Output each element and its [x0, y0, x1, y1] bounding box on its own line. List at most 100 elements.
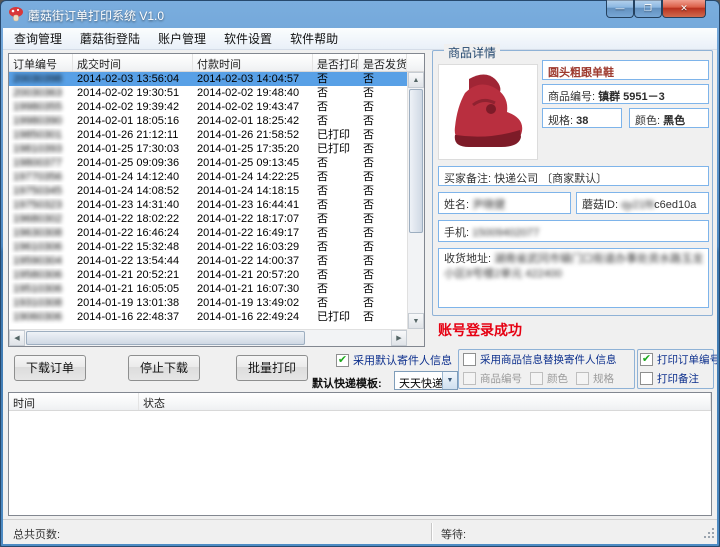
- menu-software-settings[interactable]: 软件设置: [215, 28, 281, 50]
- option-color-checkbox[interactable]: 颜色: [530, 371, 568, 386]
- vertical-scrollbar[interactable]: ▲ ▼: [407, 72, 424, 329]
- checkbox-unchecked-icon[interactable]: [576, 372, 589, 385]
- order-row[interactable]: 19630308 2014-01-22 16:46:24 2014-01-22 16…: [9, 226, 407, 240]
- order-row[interactable]: 20030363 2014-02-02 19:30:51 2014-02-02 19…: [9, 86, 407, 100]
- order-cell: 2014-02-02 19:39:42: [77, 101, 180, 113]
- order-cell: 2014-02-01 18:25:42: [197, 115, 300, 127]
- menu-mogujie-login[interactable]: 蘑菇街登陆: [71, 28, 149, 50]
- checkbox-unchecked-icon[interactable]: [530, 372, 543, 385]
- scroll-up-icon[interactable]: ▲: [408, 72, 424, 88]
- order-cell: 否: [363, 157, 374, 169]
- checkbox-unchecked-icon[interactable]: [463, 353, 476, 366]
- client-area: 查询管理 蘑菇街登陆 账户管理 软件设置 软件帮助 订单编号 成交时间 付款时间…: [3, 28, 717, 544]
- chevron-down-icon[interactable]: ▼: [442, 372, 457, 389]
- column-order-id[interactable]: 订单编号: [9, 54, 73, 71]
- order-row[interactable]: 20030398 2014-02-03 13:56:04 2014-02-03 14…: [9, 72, 407, 86]
- option-product-code-checkbox[interactable]: 商品编号: [463, 371, 522, 386]
- checkbox-unchecked-icon[interactable]: [640, 372, 653, 385]
- express-template-select[interactable]: 天天快递 ▼: [394, 371, 458, 390]
- order-row[interactable]: 19750345 2014-01-24 14:08:52 2014-01-24 14…: [9, 184, 407, 198]
- option-product-code-label: 商品编号: [480, 373, 522, 385]
- phone-label: 手机:: [444, 227, 470, 239]
- remark-value: 快递公司 〔商家默认〕: [494, 173, 608, 185]
- order-row[interactable]: 19850301 2014-01-26 21:12:11 2014-01-26 21…: [9, 128, 407, 142]
- column-printed[interactable]: 是否打印: [313, 54, 359, 71]
- checkbox-checked-icon[interactable]: ✔: [640, 353, 653, 366]
- download-orders-button[interactable]: 下载订单: [14, 355, 86, 381]
- order-cell: 2014-01-23 16:44:41: [197, 199, 300, 211]
- scroll-left-icon[interactable]: ◀: [9, 330, 25, 346]
- order-row[interactable]: 19680302 2014-01-22 18:02:22 2014-01-22 18…: [9, 212, 407, 226]
- log-table-header: 时间 状态: [9, 393, 711, 411]
- horizontal-scrollbar[interactable]: ◀ ▶: [9, 329, 407, 346]
- spec-value: 38: [576, 115, 589, 127]
- stop-download-button[interactable]: 停止下载: [128, 355, 200, 381]
- order-cell: 否: [317, 157, 328, 169]
- maximize-button[interactable]: ❐: [634, 0, 662, 18]
- order-cell: 否: [363, 185, 374, 197]
- order-row[interactable]: 19980355 2014-02-02 19:39:42 2014-02-02 19…: [9, 100, 407, 114]
- buyer-remark-field: 买家备注: 快递公司 〔商家默认〕: [438, 166, 709, 186]
- order-row[interactable]: 19750323 2014-01-23 14:31:40 2014-01-23 16…: [9, 198, 407, 212]
- print-order-no-label: 打印订单编号: [657, 354, 717, 366]
- print-order-no-checkbox[interactable]: ✔ 打印订单编号: [640, 352, 717, 367]
- replace-sender-checkbox[interactable]: 采用商品信息替换寄件人信息: [463, 352, 617, 367]
- sku-value: 镇群 5951－3: [598, 91, 665, 103]
- order-cell: 2014-01-16 22:49:24: [197, 311, 300, 323]
- order-row[interactable]: 19060306 2014-01-16 22:48:37 2014-01-16 22…: [9, 310, 407, 324]
- order-cell: 否: [363, 227, 374, 239]
- column-time[interactable]: 时间: [9, 393, 139, 410]
- checkbox-checked-icon[interactable]: ✔: [336, 353, 349, 367]
- product-spec-field: 规格: 38: [542, 108, 622, 128]
- titlebar[interactable]: 蘑菇街订单打印系统 V1.0 — ❐ ✕: [0, 0, 720, 28]
- order-cell: 19850301: [13, 129, 62, 141]
- order-row[interactable]: 19310308 2014-01-19 13:01:38 2014-01-19 13…: [9, 296, 407, 310]
- resize-grip[interactable]: [703, 527, 716, 543]
- order-cell: 否: [317, 199, 328, 211]
- order-cell: 19800377: [13, 157, 62, 169]
- order-row[interactable]: 19590304 2014-01-22 13:54:44 2014-01-22 14…: [9, 254, 407, 268]
- column-pay-time[interactable]: 付款时间: [193, 54, 313, 71]
- order-row[interactable]: 19770356 2014-01-24 14:12:40 2014-01-24 14…: [9, 170, 407, 184]
- status-bar: 总共页数: 等待:: [3, 519, 717, 544]
- column-shipped[interactable]: 是否发货: [359, 54, 407, 71]
- order-cell: 2014-01-19 13:49:02: [197, 297, 300, 309]
- order-row[interactable]: 19610306 2014-01-22 15:32:48 2014-01-22 16…: [9, 240, 407, 254]
- order-cell: 否: [317, 241, 328, 253]
- order-row[interactable]: 19510306 2014-01-21 16:05:05 2014-01-21 16…: [9, 282, 407, 296]
- menu-account-management[interactable]: 账户管理: [149, 28, 215, 50]
- order-cell: 2014-01-25 17:35:20: [197, 143, 300, 155]
- total-pages-label: 总共页数:: [13, 529, 61, 541]
- log-table-body: [9, 411, 711, 515]
- order-cell: 2014-01-22 18:02:22: [77, 213, 180, 225]
- print-remark-checkbox[interactable]: 打印备注: [640, 371, 699, 386]
- checkbox-unchecked-icon[interactable]: [463, 372, 476, 385]
- order-row[interactable]: 19980390 2014-02-01 18:05:16 2014-02-01 18…: [9, 114, 407, 128]
- vertical-scroll-thumb[interactable]: [409, 89, 423, 233]
- minimize-button[interactable]: —: [606, 0, 634, 18]
- caption-buttons: — ❐ ✕: [606, 0, 706, 18]
- order-row[interactable]: 19580306 2014-01-21 20:52:21 2014-01-21 20…: [9, 268, 407, 282]
- print-remark-label: 打印备注: [657, 373, 699, 385]
- menu-query-management[interactable]: 查询管理: [5, 28, 71, 50]
- column-status[interactable]: 状态: [139, 393, 711, 410]
- log-table: 时间 状态: [8, 392, 712, 516]
- scroll-right-icon[interactable]: ▶: [391, 330, 407, 346]
- mogu-id-label: 蘑菇ID:: [582, 199, 619, 211]
- order-cell: 19630308: [13, 227, 62, 239]
- option-spec-checkbox[interactable]: 规格: [576, 371, 614, 386]
- column-deal-time[interactable]: 成交时间: [73, 54, 193, 71]
- order-cell: 2014-01-24 14:22:25: [197, 171, 300, 183]
- default-sender-checkbox[interactable]: ✔ 采用默认寄件人信息: [336, 352, 452, 368]
- horizontal-scroll-thumb[interactable]: [26, 331, 305, 345]
- scroll-down-icon[interactable]: ▼: [408, 313, 424, 329]
- product-name-field: 圆头粗跟单鞋: [542, 60, 709, 80]
- close-button[interactable]: ✕: [662, 0, 706, 18]
- menu-bar: 查询管理 蘑菇街登陆 账户管理 软件设置 软件帮助: [3, 28, 717, 50]
- batch-print-button[interactable]: 批量打印: [236, 355, 308, 381]
- product-color-field: 颜色: 黑色: [629, 108, 709, 128]
- order-row[interactable]: 19810393 2014-01-25 17:30:03 2014-01-25 17…: [9, 142, 407, 156]
- order-row[interactable]: 19800377 2014-01-25 09:09:36 2014-01-25 09…: [9, 156, 407, 170]
- menu-software-help[interactable]: 软件帮助: [281, 28, 347, 50]
- orders-table-header: 订单编号 成交时间 付款时间 是否打印 是否发货: [9, 54, 424, 72]
